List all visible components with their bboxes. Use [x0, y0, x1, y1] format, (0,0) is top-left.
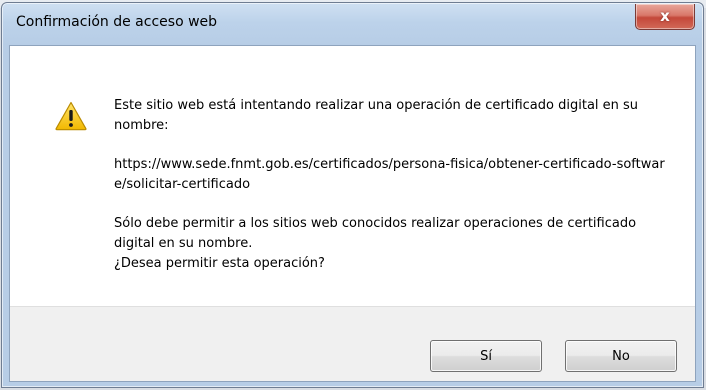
close-icon: x: [660, 7, 670, 25]
dialog-message: Este sitio web está intentando realizar …: [114, 96, 674, 274]
close-button[interactable]: x: [635, 4, 695, 30]
message-question: ¿Desea permitir esta operación?: [114, 256, 325, 271]
message-url: https://www.sede.fnmt.gob.es/certificado…: [114, 157, 665, 192]
button-bar: Sí No: [10, 306, 695, 381]
warning-icon: [55, 101, 87, 131]
message-intro: Este sitio web está intentando realizar …: [114, 98, 639, 133]
message-area: Este sitio web está intentando realizar …: [10, 46, 695, 306]
yes-button[interactable]: Sí: [430, 340, 542, 372]
dialog-window: Confirmación de acceso web x Este sitio …: [1, 2, 704, 388]
no-button[interactable]: No: [565, 340, 677, 372]
dialog-body: Este sitio web está intentando realizar …: [9, 45, 696, 382]
message-warning: Sólo debe permitir a los sitios web cono…: [114, 216, 637, 251]
dialog-title: Confirmación de acceso web: [16, 14, 218, 30]
title-bar[interactable]: Confirmación de acceso web x: [2, 3, 703, 45]
